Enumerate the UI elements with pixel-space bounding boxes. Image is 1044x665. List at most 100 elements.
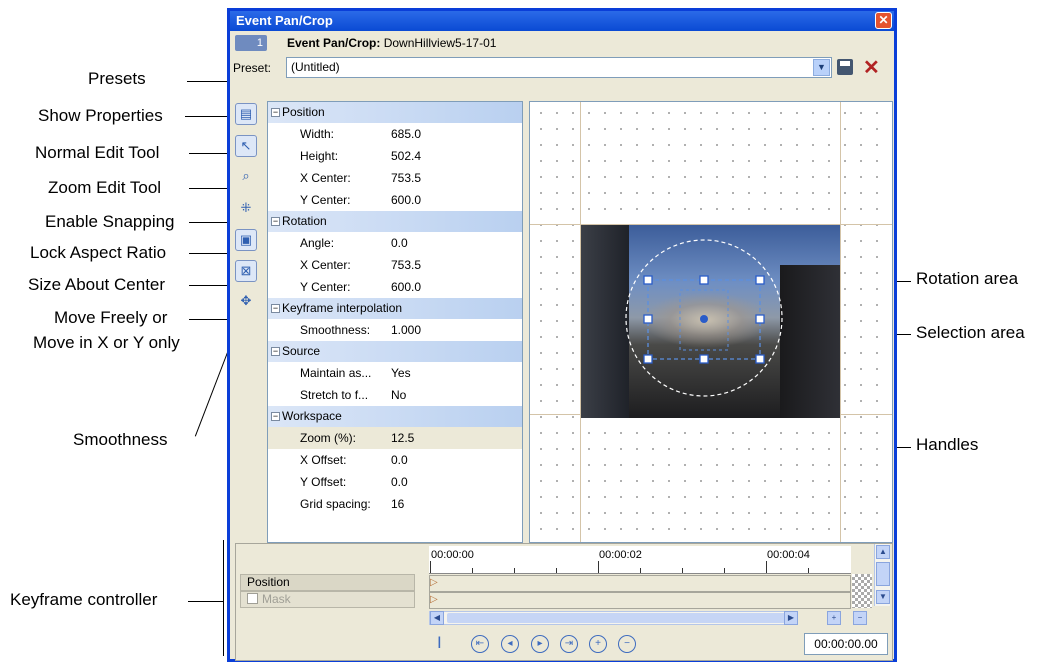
previous-keyframe-icon[interactable]: ◂ (501, 635, 519, 653)
prop-value[interactable]: 0.0 (391, 453, 408, 467)
ruler-tick (682, 568, 683, 573)
preset-value: (Untitled) (291, 60, 340, 74)
prop-row[interactable]: Y Center: 600.0 (268, 189, 522, 211)
scroll-thumb[interactable] (447, 613, 787, 623)
event-header: Event Pan/Crop: DownHillview5-17-01 (287, 36, 496, 50)
callout-enable-snapping: Enable Snapping (45, 212, 175, 231)
show-properties-button[interactable]: ▤ (235, 103, 257, 125)
callout-move-freely: Move Freely or (54, 308, 168, 327)
keyframe-marker[interactable]: ▷ (430, 594, 438, 605)
mask-keyframe-track[interactable]: ▷ (429, 592, 851, 609)
prop-value[interactable]: 685.0 (391, 127, 421, 141)
timeline-ruler[interactable]: 00:00:00 00:00:02 00:00:04 (429, 546, 851, 574)
preset-dropdown[interactable]: (Untitled) ▼ (286, 57, 832, 78)
add-keyframe-icon[interactable]: + (589, 635, 607, 653)
handle-middle-left (643, 314, 653, 324)
prop-value[interactable]: Yes (391, 366, 411, 380)
prop-row[interactable]: Width: 685.0 (268, 123, 522, 145)
prop-name: X Center: (300, 171, 351, 185)
chevron-down-icon[interactable]: ▼ (813, 59, 830, 76)
callout-show-properties: Show Properties (38, 106, 163, 125)
prop-row[interactable]: Height: 502.4 (268, 145, 522, 167)
ruler-tick (640, 568, 641, 573)
section-source[interactable]: − Source (268, 341, 522, 362)
section-position[interactable]: − Position (268, 102, 522, 123)
track-number-badge: 1 (235, 35, 267, 51)
prop-value[interactable]: 12.5 (391, 431, 414, 445)
horizontal-scrollbar[interactable]: ◀ ▶ (429, 611, 798, 625)
save-preset-icon[interactable] (837, 59, 853, 75)
handle-top-right (755, 275, 765, 285)
callout-zoom-edit-tool: Zoom Edit Tool (48, 178, 162, 197)
callout-handles: Handles (916, 435, 979, 454)
prop-value[interactable]: 502.4 (391, 149, 421, 163)
scroll-right-icon[interactable]: ▶ (784, 611, 798, 625)
callout-lock-aspect-ratio: Lock Aspect Ratio (30, 243, 167, 262)
handle-top-left (643, 275, 653, 285)
prop-value[interactable]: No (391, 388, 406, 402)
prop-value[interactable]: 0.0 (391, 236, 408, 250)
prop-row[interactable]: Grid spacing: 16 (268, 493, 522, 515)
prop-value[interactable]: 753.5 (391, 258, 421, 272)
mask-checkbox[interactable] (247, 593, 258, 604)
prop-row[interactable]: Y Offset: 0.0 (268, 471, 522, 493)
prop-name: X Center: (300, 258, 351, 272)
section-workspace[interactable]: − Workspace (268, 406, 522, 427)
last-keyframe-icon[interactable]: ⇥ (560, 635, 578, 653)
prop-value[interactable]: 753.5 (391, 171, 421, 185)
scroll-down-icon[interactable]: ▼ (876, 590, 890, 604)
move-freely-button[interactable]: ✥ (235, 291, 257, 313)
title-bar[interactable]: Event Pan/Crop ✕ (230, 11, 894, 31)
timecode-display[interactable]: 00:00:00.00 (804, 633, 888, 655)
prop-row[interactable]: Maintain as... Yes (268, 362, 522, 384)
section-label: Rotation (282, 214, 327, 228)
prop-name: Height: (300, 149, 339, 163)
window-title: Event Pan/Crop (236, 13, 333, 28)
delete-keyframe-icon[interactable]: − (618, 635, 636, 653)
enable-snapping-button[interactable]: ⁜ (235, 198, 257, 220)
workspace-canvas[interactable] (529, 101, 893, 543)
prop-value[interactable]: 0.0 (391, 475, 408, 489)
prop-row[interactable]: Y Center: 600.0 (268, 276, 522, 298)
section-rotation[interactable]: − Rotation (268, 211, 522, 232)
lock-aspect-ratio-button[interactable]: ▣ (235, 229, 257, 251)
track-mask[interactable]: Mask (240, 591, 415, 608)
prop-value[interactable]: 1.000 (391, 323, 421, 337)
track-mask-label: Mask (262, 592, 291, 606)
prop-row[interactable]: X Center: 753.5 (268, 254, 522, 276)
ruler-tick (724, 568, 725, 573)
track-position[interactable]: Position (240, 574, 415, 591)
size-about-center-button[interactable]: ⊠ (235, 260, 257, 282)
prop-value[interactable]: 600.0 (391, 193, 421, 207)
prop-row[interactable]: Angle: 0.0 (268, 232, 522, 254)
section-keyframe-interpolation[interactable]: − Keyframe interpolation (268, 298, 522, 319)
section-label: Keyframe interpolation (282, 301, 403, 315)
scroll-thumb[interactable] (876, 562, 890, 586)
first-keyframe-icon[interactable]: ⇤ (471, 635, 489, 653)
close-button[interactable]: ✕ (875, 12, 892, 29)
zoom-in-icon[interactable]: + (827, 611, 841, 625)
event-name: DownHillview5-17-01 (383, 36, 497, 50)
keyframe-marker[interactable]: ▷ (430, 577, 438, 588)
scroll-up-icon[interactable]: ▲ (876, 545, 890, 559)
delete-preset-icon[interactable]: ✕ (863, 55, 880, 80)
callout-size-about-center: Size About Center (28, 275, 166, 294)
zoom-out-icon[interactable]: − (853, 611, 867, 625)
leader-line (187, 81, 232, 82)
position-keyframe-track[interactable]: ▷ (429, 575, 851, 592)
next-keyframe-icon[interactable]: ▸ (531, 635, 549, 653)
prop-value[interactable]: 16 (391, 497, 404, 511)
prop-row[interactable]: Stretch to f... No (268, 384, 522, 406)
lock-to-envelopes-icon[interactable]: Ⅰ (437, 633, 442, 653)
prop-row[interactable]: X Offset: 0.0 (268, 449, 522, 471)
prop-row[interactable]: X Center: 753.5 (268, 167, 522, 189)
normal-edit-tool-button[interactable]: ↖ (235, 135, 257, 157)
prop-row[interactable]: Smoothness: 1.000 (268, 319, 522, 341)
vertical-scrollbar[interactable]: ▲ ▼ (874, 544, 890, 606)
scroll-left-icon[interactable]: ◀ (430, 611, 444, 625)
zoom-edit-tool-button[interactable]: ⌕ (235, 166, 257, 188)
prop-value[interactable]: 600.0 (391, 280, 421, 294)
crop-overlay[interactable] (530, 102, 894, 544)
prop-row[interactable]: Zoom (%): 12.5 (268, 427, 522, 449)
callout-smoothness: Smoothness (73, 430, 168, 449)
